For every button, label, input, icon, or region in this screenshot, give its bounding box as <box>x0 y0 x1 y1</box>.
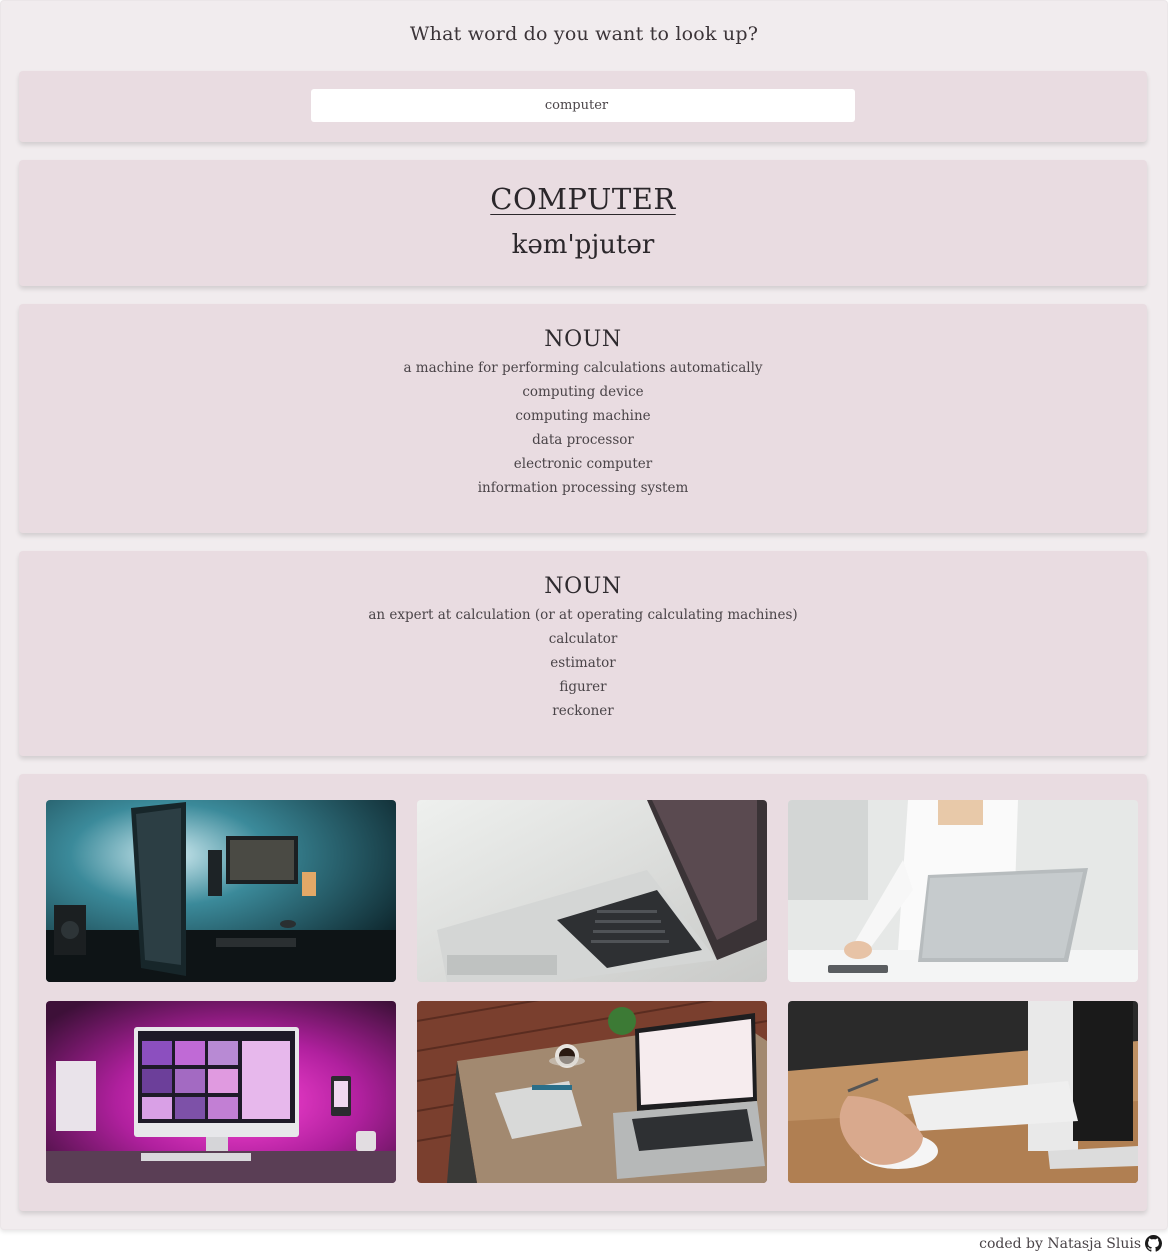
word-card: COMPUTER kəm'pjutər <box>19 160 1147 286</box>
synonym: estimator <box>550 655 616 671</box>
desk-setup-teal-photo[interactable] <box>46 800 396 982</box>
meaning-card: NOUN an expert at calculation (or at ope… <box>19 551 1147 756</box>
synonym: reckoner <box>552 703 614 719</box>
imac-pink-setup-photo[interactable] <box>46 1001 396 1183</box>
synonym: information processing system <box>477 480 689 496</box>
footer: coded by Natasja Sluis <box>979 1235 1162 1252</box>
search-card <box>19 71 1147 142</box>
meaning-card: NOUN a machine for performing calculatio… <box>19 304 1147 533</box>
photos-card <box>19 774 1147 1211</box>
synonym: computing machine <box>515 408 651 424</box>
part-of-speech: NOUN <box>544 327 622 352</box>
definition: a machine for performing calculations au… <box>403 360 763 376</box>
phonetic: kəm'pjutər <box>511 230 655 260</box>
word-title: COMPUTER <box>490 182 676 216</box>
part-of-speech: NOUN <box>544 574 622 599</box>
synonym: calculator <box>548 631 618 647</box>
search-input[interactable] <box>311 89 855 122</box>
laptop-keyboard-closeup-photo[interactable] <box>417 800 767 982</box>
hand-on-mouse-photo[interactable] <box>788 1001 1138 1183</box>
synonym: data processor <box>532 432 634 448</box>
woman-using-laptop-photo[interactable] <box>788 800 1138 982</box>
footer-credit: coded by Natasja Sluis <box>979 1235 1141 1252</box>
synonym: electronic computer <box>513 456 653 472</box>
app-container: What word do you want to look up? COMPUT… <box>0 0 1168 1230</box>
definition: an expert at calculation (or at operatin… <box>368 607 798 623</box>
synonym: computing device <box>522 384 644 400</box>
laptop-on-wooden-table-photo[interactable] <box>417 1001 767 1183</box>
lookup-prompt: What word do you want to look up? <box>409 23 759 45</box>
github-icon[interactable] <box>1145 1235 1162 1252</box>
synonym: figurer <box>559 679 607 695</box>
